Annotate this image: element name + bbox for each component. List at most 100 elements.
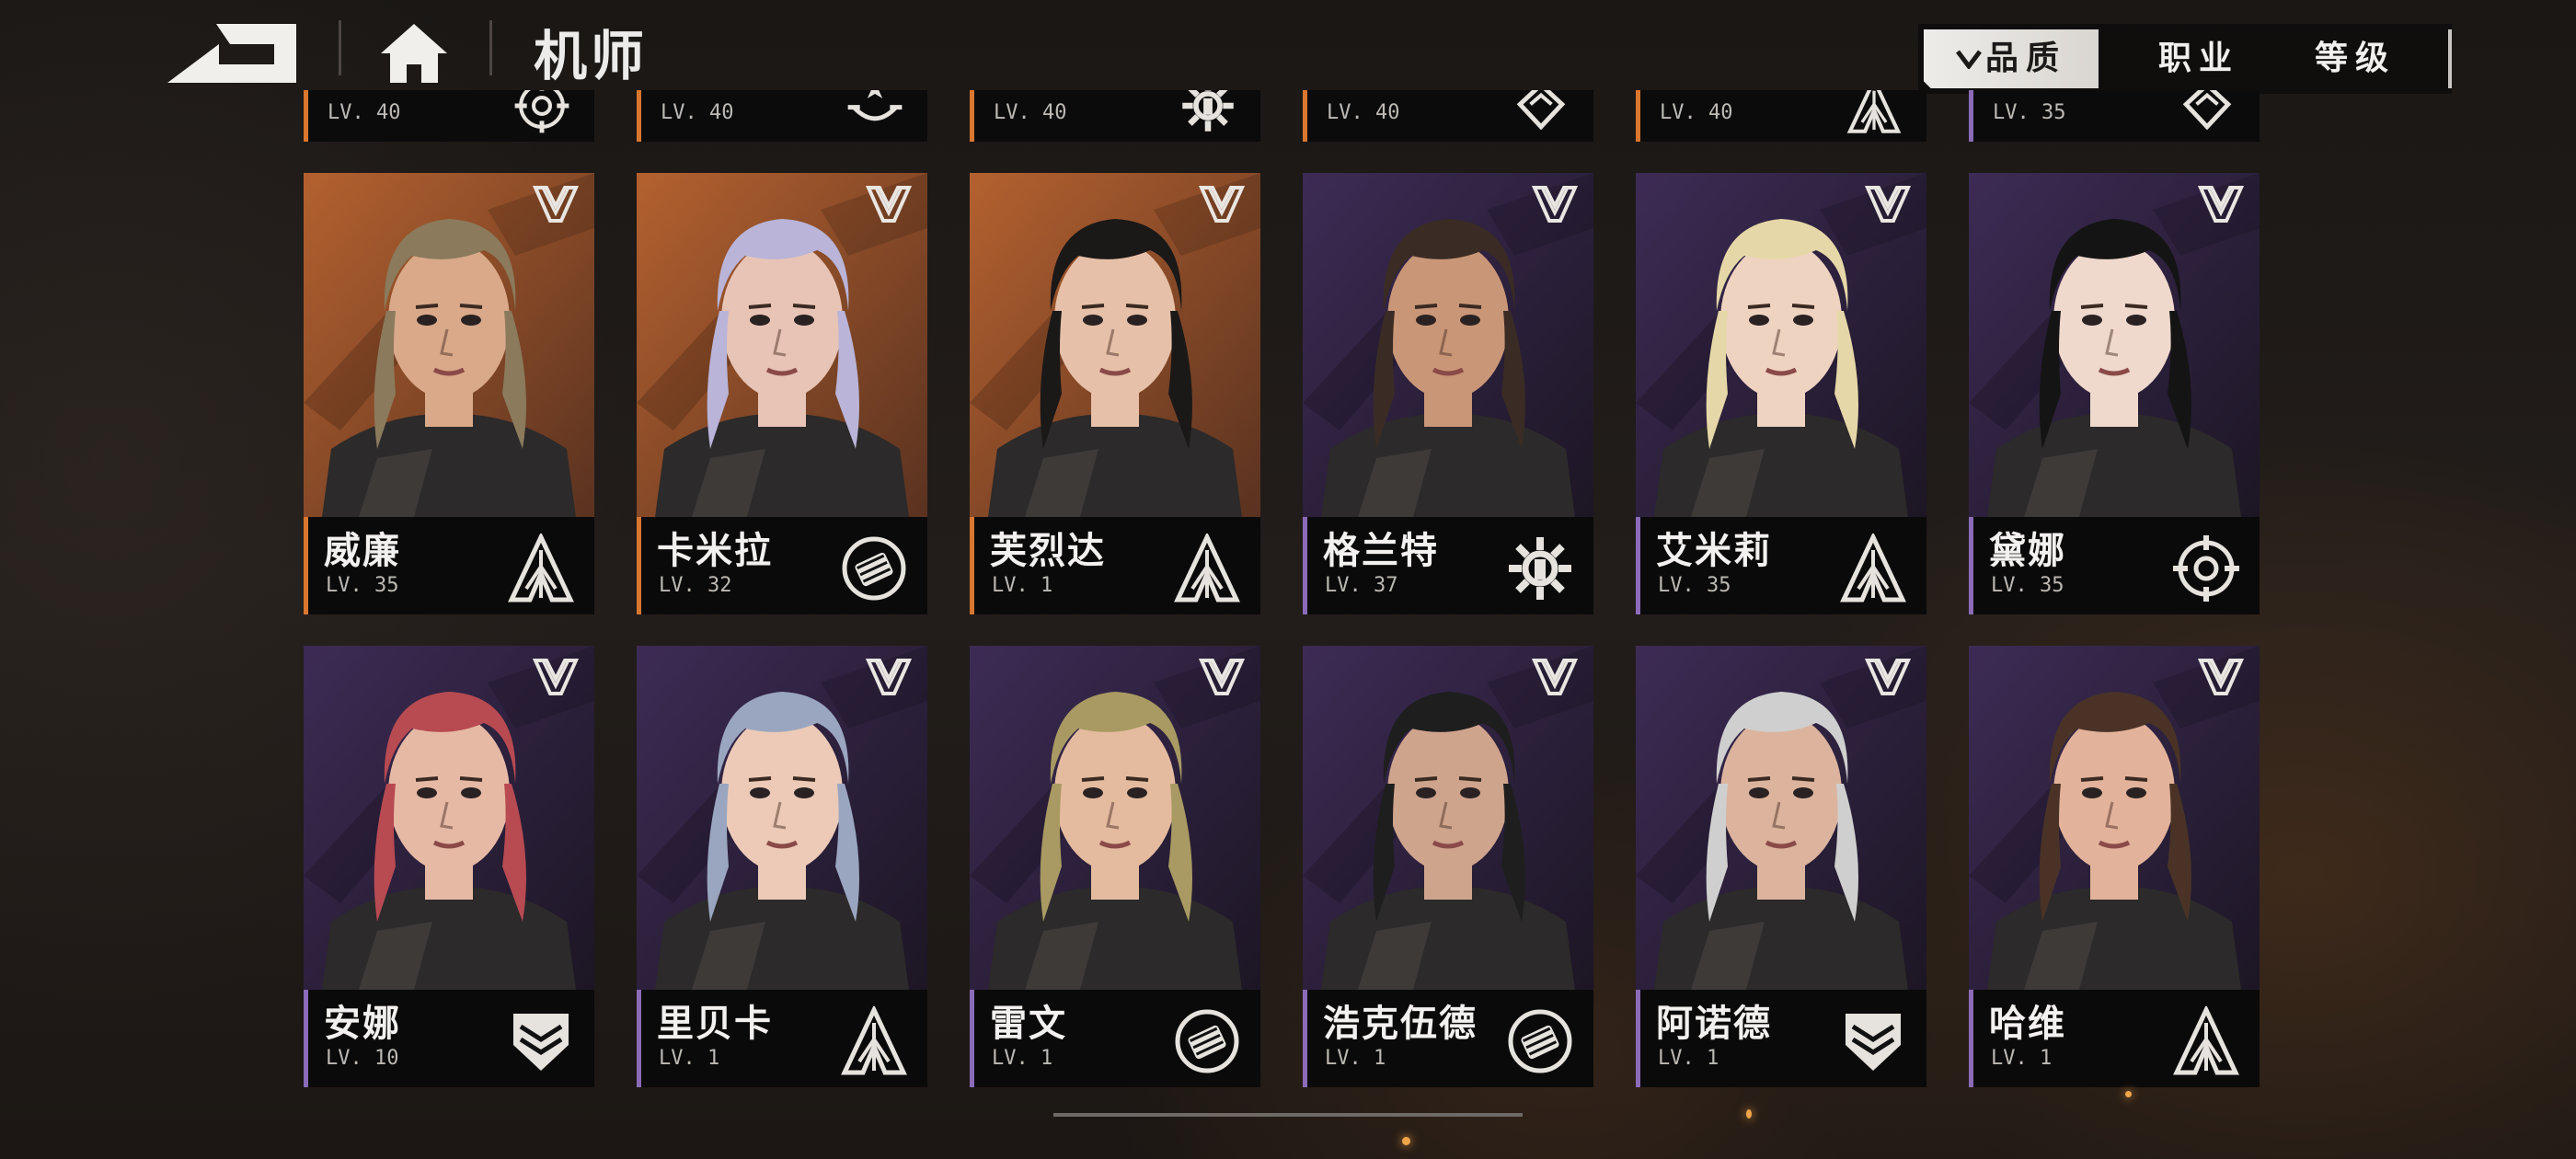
pilot-name: 浩克伍德	[1323, 1003, 1478, 1045]
tab-class[interactable]: 职业	[2130, 29, 2268, 88]
pilot-portrait	[1969, 173, 2260, 517]
striker-class-icon	[1172, 1006, 1242, 1076]
home-icon	[381, 24, 447, 83]
pilot-portrait	[1303, 173, 1593, 517]
pilot-portrait	[1636, 646, 1926, 990]
pilot-name: 格兰特	[1323, 530, 1439, 572]
pilot-level: LV. 1	[992, 574, 1053, 597]
rarity-stripe	[1969, 517, 1973, 614]
pilot-level: LV. 40	[1327, 101, 1400, 124]
rarity-stripe	[1636, 90, 1640, 142]
pilot-level: LV. 32	[659, 574, 732, 597]
pilot-level: LV. 35	[1658, 574, 1731, 597]
pilot-name: 安娜	[324, 1003, 401, 1045]
chevron-down-icon	[1955, 31, 1982, 88]
rarity-stripe	[637, 517, 641, 614]
pilot-name: 黛娜	[1989, 530, 2066, 572]
pilot-card[interactable]: 哈维 LV. 1	[1969, 646, 2260, 1087]
pilot-level: LV. 40	[661, 101, 734, 124]
rarity-stripe	[970, 90, 974, 142]
pilot-level: LV. 1	[992, 1047, 1053, 1070]
pilot-portrait	[637, 173, 927, 517]
rank-badge-icon	[863, 180, 914, 228]
assault-class-icon	[839, 1004, 909, 1076]
pilot-card[interactable]: 里贝卡 LV. 1	[637, 646, 927, 1087]
pilot-card-partial[interactable]: LV. 40	[637, 90, 927, 142]
tab-quality-label: 品质	[1984, 40, 2066, 77]
pilot-level: LV. 40	[994, 101, 1067, 124]
header-divider	[489, 20, 492, 75]
home-button[interactable]	[377, 17, 451, 90]
pilot-portrait	[1303, 646, 1593, 990]
sort-tabs: 品质 职业 等级	[1918, 24, 2452, 94]
striker-class-icon	[1505, 1006, 1575, 1076]
pilot-card[interactable]: 安娜 LV. 10	[304, 646, 594, 1087]
pilot-card[interactable]: 阿诺德 LV. 1	[1636, 646, 1926, 1087]
rarity-stripe	[637, 990, 641, 1087]
scroll-indicator[interactable]	[1053, 1113, 1523, 1117]
engineer-class-icon	[1505, 534, 1575, 603]
pilot-name: 阿诺德	[1656, 1003, 1772, 1045]
rank-badge-icon	[1862, 180, 1914, 228]
pilot-name: 雷文	[990, 1003, 1067, 1045]
pilot-level: LV. 40	[328, 101, 401, 124]
pilot-level: LV. 1	[1658, 1047, 1719, 1070]
pilot-card-partial[interactable]: LV. 40	[1303, 90, 1593, 142]
rarity-stripe	[1969, 90, 1973, 142]
striker-class-icon	[839, 534, 909, 603]
ember-particle	[1746, 1109, 1752, 1119]
ember-particle	[2125, 1091, 2132, 1097]
pilot-card[interactable]: 威廉 LV. 35	[304, 173, 594, 614]
pilot-portrait	[637, 646, 927, 990]
pilot-info-bar: 阿诺德 LV. 1	[1636, 990, 1926, 1087]
pilot-card-partial[interactable]: LV. 40	[970, 90, 1260, 142]
pilot-info-bar: 威廉 LV. 35	[304, 517, 594, 614]
rank-badge-icon	[530, 180, 581, 228]
rarity-stripe	[1969, 990, 1973, 1087]
pilot-portrait	[970, 173, 1260, 517]
rank-badge-icon	[2195, 180, 2247, 228]
ember-particle	[1402, 1137, 1410, 1145]
tab-level[interactable]: 等级	[2286, 29, 2424, 88]
pilot-name: 艾米莉	[1656, 530, 1772, 572]
assault-class-icon	[2171, 1004, 2241, 1076]
back-button[interactable]	[166, 17, 304, 98]
pilot-name: 里贝卡	[657, 1003, 773, 1045]
rank-badge-icon	[1196, 653, 1248, 701]
pilot-level: LV. 10	[326, 1047, 399, 1070]
pilot-name: 芙烈达	[990, 530, 1106, 572]
back-arrow-icon	[167, 24, 296, 83]
sort-bar-edge	[2448, 29, 2452, 88]
pilot-card[interactable]: 芙烈达 LV. 1	[970, 173, 1260, 614]
rank-badge-icon	[1196, 180, 1248, 228]
pilot-card[interactable]: 黛娜 LV. 35	[1969, 173, 2260, 614]
pilot-name: 哈维	[1989, 1003, 2066, 1045]
pilot-level: LV. 40	[1660, 101, 1733, 124]
pilot-level: LV. 1	[659, 1047, 720, 1070]
pilot-name: 威廉	[324, 530, 401, 572]
rank-badge-icon	[1529, 180, 1581, 228]
pilot-card[interactable]: 格兰特 LV. 37	[1303, 173, 1593, 614]
pilot-info-bar: 艾米莉 LV. 35	[1636, 517, 1926, 614]
rarity-stripe	[1303, 517, 1307, 614]
tab-quality[interactable]: 品质	[1924, 29, 2099, 88]
assault-class-icon	[1838, 532, 1908, 603]
rarity-stripe	[970, 990, 974, 1087]
pilot-card-partial[interactable]: LV. 40	[304, 90, 594, 142]
pilot-card[interactable]: 艾米莉 LV. 35	[1636, 173, 1926, 614]
pilot-level: LV. 35	[1991, 574, 2064, 597]
pilot-portrait	[1636, 173, 1926, 517]
rarity-stripe	[304, 90, 308, 142]
rarity-stripe	[1636, 517, 1640, 614]
rarity-stripe	[304, 517, 308, 614]
pilot-card-partial[interactable]: LV. 40	[1636, 90, 1926, 142]
rarity-stripe	[1636, 990, 1640, 1087]
pilot-info-bar: 哈维 LV. 1	[1969, 990, 2260, 1087]
pilot-info-bar: 里贝卡 LV. 1	[637, 990, 927, 1087]
pilot-card[interactable]: 雷文 LV. 1	[970, 646, 1260, 1087]
pilot-card-partial[interactable]: LV. 35	[1969, 90, 2260, 142]
rarity-stripe	[637, 90, 641, 142]
pilot-card[interactable]: 浩克伍德 LV. 1	[1303, 646, 1593, 1087]
pilot-card[interactable]: 卡米拉 LV. 32	[637, 173, 927, 614]
pilot-level: LV. 1	[1991, 1047, 2053, 1070]
